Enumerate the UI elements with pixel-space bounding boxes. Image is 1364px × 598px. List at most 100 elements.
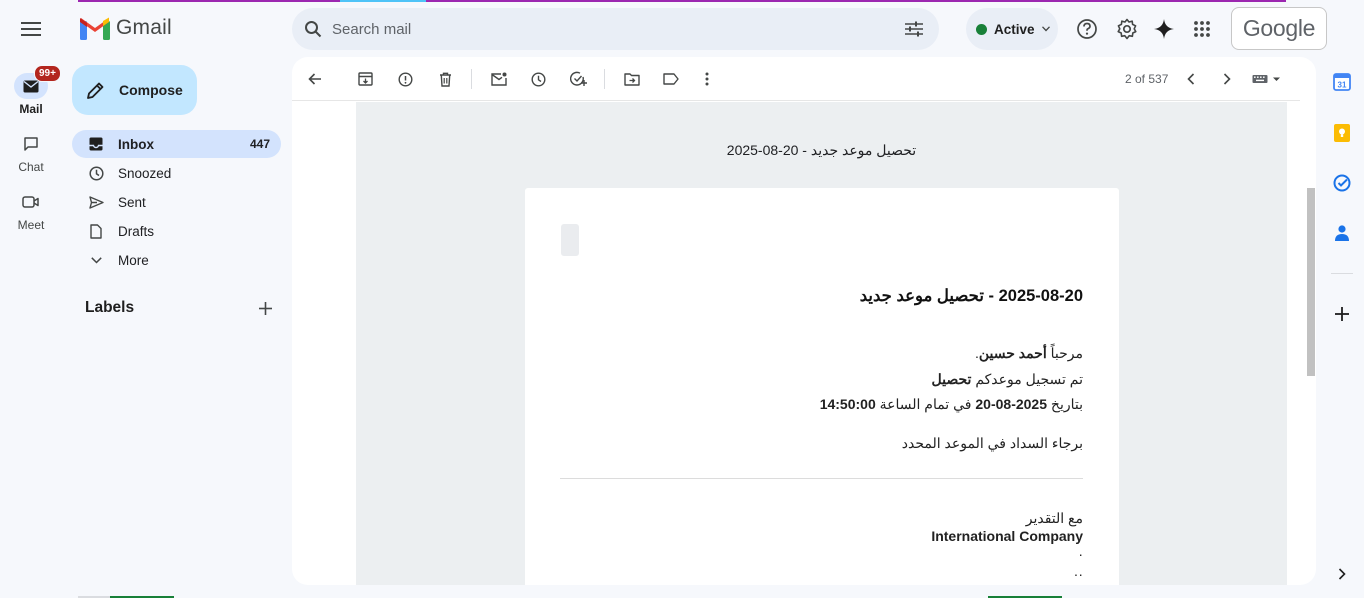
help-icon bbox=[1077, 19, 1097, 39]
svg-text:31: 31 bbox=[1338, 81, 1347, 90]
clock-icon bbox=[88, 165, 104, 181]
contacts-app-button[interactable] bbox=[1331, 222, 1353, 244]
greeting-prefix: مرحباً bbox=[1046, 345, 1083, 361]
customer-name: أحمد حسين bbox=[978, 345, 1047, 361]
payment-note: برجاء السداد في الموعد المحدد bbox=[901, 435, 1083, 451]
message-toolbar: 2 of 537 bbox=[292, 57, 1300, 101]
inbox-count: 447 bbox=[249, 137, 270, 151]
search-bar bbox=[292, 8, 939, 50]
keep-icon bbox=[1334, 124, 1350, 142]
archive-icon bbox=[357, 72, 373, 86]
nav-sent-label: Sent bbox=[118, 194, 146, 210]
labels-button[interactable] bbox=[661, 69, 681, 89]
google-account-button[interactable]: Google bbox=[1231, 7, 1327, 50]
pagination-info: 2 of 537 bbox=[1125, 72, 1169, 86]
inbox-icon bbox=[89, 137, 103, 151]
gemini-button[interactable] bbox=[1151, 16, 1177, 42]
add-to-tasks-button[interactable] bbox=[568, 69, 588, 89]
email-card: 2025-08-20 - تحصيل موعد جديد مرحباً أحمد… bbox=[525, 188, 1119, 585]
create-label-button[interactable] bbox=[256, 299, 274, 317]
delete-button[interactable] bbox=[435, 69, 455, 89]
nav-sent[interactable]: Sent bbox=[72, 188, 281, 216]
settings-button[interactable] bbox=[1114, 16, 1140, 42]
help-button[interactable] bbox=[1074, 16, 1100, 42]
nav-snoozed-label: Snoozed bbox=[118, 165, 172, 181]
more-actions-button[interactable] bbox=[697, 69, 717, 89]
keep-app-button[interactable] bbox=[1331, 122, 1353, 144]
search-button[interactable] bbox=[292, 20, 332, 38]
back-button[interactable] bbox=[305, 69, 325, 89]
message-panel: 2 of 537 2025-08-20 - تحصيل موعد جديد 20… bbox=[292, 57, 1316, 585]
side-panel-divider bbox=[1331, 273, 1353, 274]
input-tools-button[interactable] bbox=[1252, 69, 1282, 89]
gear-icon bbox=[1117, 18, 1137, 40]
gmail-logo[interactable]: Gmail bbox=[80, 16, 172, 40]
clock-icon bbox=[530, 71, 546, 87]
video-icon bbox=[22, 196, 39, 208]
appointment-prefix: تم تسجيل موعدكم bbox=[971, 371, 1083, 387]
add-task-icon bbox=[569, 71, 587, 86]
nav-more-label: More bbox=[118, 252, 149, 268]
mark-unread-button[interactable] bbox=[489, 69, 509, 89]
rail-chat[interactable]: Chat bbox=[0, 131, 62, 174]
older-button[interactable] bbox=[1217, 69, 1237, 89]
appointment-line: تم تسجيل موعدكم تحصيل bbox=[561, 371, 1083, 388]
top-accent-line bbox=[78, 0, 1286, 2]
apps-grid-icon bbox=[1194, 21, 1210, 37]
time-prefix: في تمام الساعة bbox=[875, 396, 976, 412]
tasks-app-button[interactable] bbox=[1331, 172, 1353, 194]
status-dot bbox=[976, 23, 987, 35]
date-line: بتاريخ 2025-08-20 في تمام الساعة 14:50:0… bbox=[561, 396, 1083, 413]
chevron-left-icon bbox=[1187, 73, 1195, 85]
sparkle-icon bbox=[1154, 19, 1174, 39]
rail-meet[interactable]: Meet bbox=[0, 189, 62, 232]
chevron-down-icon bbox=[1041, 26, 1050, 32]
archive-button[interactable] bbox=[355, 69, 375, 89]
appointment-type: تحصيل bbox=[931, 371, 972, 387]
search-icon bbox=[305, 21, 322, 38]
main-menu-button[interactable] bbox=[15, 14, 47, 44]
trash-icon bbox=[439, 72, 451, 87]
search-options-button[interactable] bbox=[889, 21, 939, 37]
folder-move-icon bbox=[624, 72, 640, 86]
compose-label: Compose bbox=[119, 82, 183, 98]
apps-button[interactable] bbox=[1189, 16, 1215, 42]
rail-mail[interactable]: 99+ Mail bbox=[0, 65, 62, 116]
mark-unread-icon bbox=[491, 72, 507, 86]
calendar-app-button[interactable]: 31 bbox=[1331, 71, 1353, 93]
report-spam-button[interactable] bbox=[395, 69, 415, 89]
appointment-date: 2025-08-20 bbox=[975, 396, 1048, 412]
search-input[interactable] bbox=[332, 20, 889, 38]
nav-inbox[interactable]: Inbox 447 bbox=[72, 130, 281, 158]
chat-icon bbox=[24, 137, 38, 151]
tasks-icon bbox=[1333, 174, 1351, 192]
app-rail: 99+ Mail Chat Meet bbox=[0, 0, 62, 598]
toolbar-divider bbox=[604, 69, 605, 89]
show-side-panel-button[interactable] bbox=[1331, 563, 1353, 585]
status-selector[interactable]: Active bbox=[966, 8, 1058, 50]
snooze-button[interactable] bbox=[528, 69, 548, 89]
nav-more[interactable]: More bbox=[72, 246, 281, 274]
company-name: International Company bbox=[931, 528, 1083, 544]
nav-snoozed[interactable]: Snoozed bbox=[72, 159, 281, 187]
mail-icon bbox=[23, 80, 39, 92]
signature-extra-1: · bbox=[1078, 546, 1083, 562]
nav-drafts[interactable]: Drafts bbox=[72, 217, 281, 245]
pencil-icon bbox=[87, 82, 104, 99]
message-body: 2025-08-20 - تحصيل موعد جديد 2025-08-20 … bbox=[356, 102, 1287, 585]
appointment-time: 14:50:00 bbox=[819, 396, 876, 412]
tune-icon bbox=[905, 21, 923, 37]
newer-button[interactable] bbox=[1181, 69, 1201, 89]
chevron-down-icon bbox=[90, 256, 102, 264]
move-to-button[interactable] bbox=[622, 69, 642, 89]
compose-button[interactable]: Compose bbox=[72, 65, 197, 115]
rail-mail-label: Mail bbox=[19, 102, 43, 116]
contacts-icon bbox=[1335, 225, 1349, 241]
label-icon bbox=[663, 73, 679, 85]
status-label: Active bbox=[994, 21, 1035, 37]
get-addons-button[interactable] bbox=[1331, 303, 1353, 325]
draft-icon bbox=[90, 223, 102, 239]
scrollbar-thumb[interactable] bbox=[1307, 188, 1315, 376]
plus-icon bbox=[1335, 307, 1349, 321]
arrow-back-icon bbox=[308, 73, 321, 85]
